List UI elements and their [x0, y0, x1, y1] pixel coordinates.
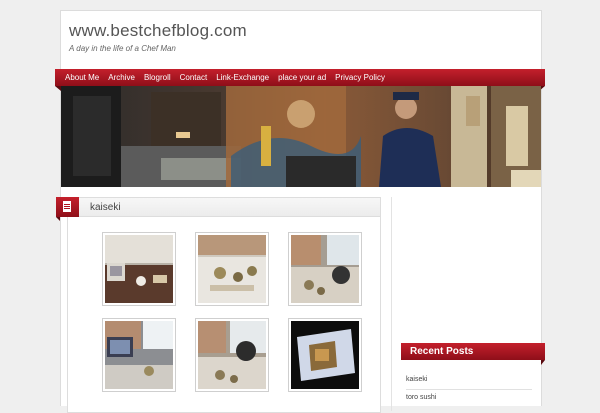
- document-icon: [63, 201, 71, 212]
- recent-posts-header: Recent Posts: [401, 343, 545, 365]
- photo-laptop-window: [105, 321, 173, 389]
- main-navigation: About Me Archive Blogroll Contact Link-E…: [55, 69, 545, 91]
- post-header: kaiseki: [56, 197, 380, 221]
- recent-post-divider: [406, 389, 532, 390]
- nav-item-link-exchange[interactable]: Link-Exchange: [216, 73, 269, 82]
- sidebar-divider: [391, 197, 392, 411]
- post-kaiseki: kaiseki: [56, 197, 381, 413]
- gallery-thumbnail[interactable]: [195, 232, 269, 306]
- photo-restaurant-view: [291, 235, 359, 303]
- recent-post-link[interactable]: kaiseki: [406, 376, 427, 383]
- header-banner-image: [61, 86, 541, 187]
- nav-item-privacy-policy[interactable]: Privacy Policy: [335, 73, 385, 82]
- photo-laptop-screen: [291, 321, 359, 389]
- gallery-thumbnail[interactable]: [195, 318, 269, 392]
- post-title[interactable]: kaiseki: [90, 202, 121, 213]
- photo-laptop-table: [105, 235, 173, 303]
- gallery-thumbnail[interactable]: [102, 318, 176, 392]
- site-tagline: A day in the life of a Chef Man: [69, 44, 176, 53]
- recent-posts-title: Recent Posts: [410, 346, 474, 357]
- sidebar: Recent Posts kaiseki toro sushi: [401, 186, 545, 411]
- site-title[interactable]: www.bestchefblog.com: [69, 21, 247, 41]
- post-icon-badge: [56, 197, 79, 221]
- photo-dinner-table: [198, 235, 266, 303]
- page-container: www.bestchefblog.com A day in the life o…: [55, 10, 545, 413]
- nav-item-contact[interactable]: Contact: [180, 73, 208, 82]
- nav-item-archive[interactable]: Archive: [108, 73, 135, 82]
- chef-banner-photo: [61, 86, 541, 187]
- photo-camera-table: [198, 321, 266, 389]
- gallery-thumbnail[interactable]: [102, 232, 176, 306]
- nav-item-about-me[interactable]: About Me: [65, 73, 99, 82]
- nav-item-place-your-ad[interactable]: place your ad: [278, 73, 326, 82]
- gallery-thumbnail[interactable]: [288, 232, 362, 306]
- gallery-thumbnail[interactable]: [288, 318, 362, 392]
- nav-item-blogroll[interactable]: Blogroll: [144, 73, 171, 82]
